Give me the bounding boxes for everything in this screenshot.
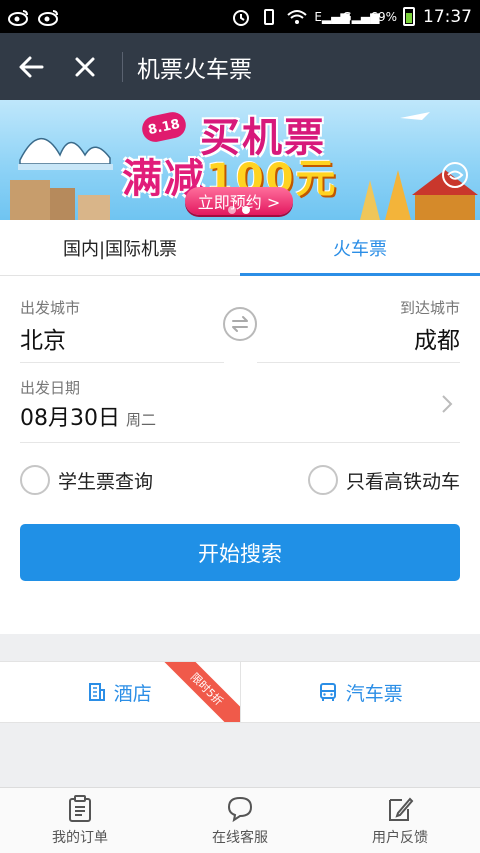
banner-page-indicator [228,206,250,214]
high-speed-only-label: 只看高铁动车 [345,470,460,493]
tab-flights[interactable]: 国内|国际机票 [0,220,240,275]
hotel-link[interactable]: 酒店 限时5折 [0,662,240,722]
swap-cities-button[interactable] [223,307,257,341]
clipboard-icon [69,794,91,822]
edit-icon [389,797,414,821]
title-bar: 机票火车票 [0,33,480,100]
date-label: 出发日期 [20,379,81,397]
status-bar: E▂▄▆ G▂▄▆ 69% 17:37 [0,0,480,33]
student-ticket-label: 学生票查询 [58,470,154,493]
hotel-label: 酒店 [113,682,152,705]
date-weekday: 周二 [126,411,157,429]
bus-ticket-label: 汽车票 [345,682,403,705]
clock: 17:37 [423,6,472,27]
nav-feedback-label: 用户反馈 [372,829,428,846]
alarm-icon [230,8,252,26]
nav-my-orders[interactable]: 我的订单 [0,788,160,853]
signal-e-icon: E▂▄▆ [314,9,350,24]
from-city-field[interactable]: 北京 [20,321,66,355]
page-dot-active [242,206,250,214]
swap-icon [232,316,248,332]
battery-percent: 69% [370,9,397,24]
building-icon [88,683,105,701]
back-arrow-icon [19,56,44,77]
high-speed-only-option[interactable]: 只看高铁动车 [307,465,460,495]
radio-unchecked-icon[interactable] [307,465,338,495]
vibrate-icon [258,8,280,26]
weibo-icon [38,8,60,26]
search-button[interactable]: 开始搜索 [20,524,460,581]
to-city-field[interactable]: 成都 [414,321,460,355]
page-dot [228,206,236,214]
chevron-right-icon[interactable] [438,393,456,415]
close-icon [75,57,95,76]
divider [20,362,224,363]
divider [20,442,460,443]
signal-label-g: G [342,9,352,24]
chat-bubble-icon [227,796,253,822]
bus-ticket-link[interactable]: 汽车票 [239,662,480,722]
tab-train[interactable]: 火车票 [240,220,480,276]
nav-feedback[interactable]: 用户反馈 [320,788,480,853]
discount-ribbon: 限时5折 [159,662,240,722]
signal-label-e: E [314,9,322,24]
to-city-label: 到达城市 [399,299,460,317]
close-button[interactable] [58,33,112,100]
date-field[interactable]: 08月30日 周二 [20,400,156,432]
nav-my-orders-label: 我的订单 [52,829,108,846]
train-search-form: 出发城市 北京 到达城市 成都 出发日期 08月30日 周二 学生票查询 只看高铁… [0,276,480,634]
nav-online-support-label: 在线客服 [212,829,268,846]
system-icons: E▂▄▆ G▂▄▆ 69% 17:37 [230,7,472,27]
wifi-icon [286,8,308,26]
radio-unchecked-icon[interactable] [20,465,50,495]
back-button[interactable] [4,33,58,100]
ticket-type-tabs: 国内|国际机票 火车票 [0,220,480,276]
bottom-nav: 我的订单 在线客服 用户反馈 [0,787,480,853]
weibo-icon [8,8,30,26]
signal-g-icon: G▂▄▆ [342,9,380,24]
bus-icon [319,683,336,701]
page-title: 机票火车票 [137,56,252,83]
battery-icon [403,7,415,26]
quick-links: 酒店 限时5折 汽车票 [0,661,480,723]
student-ticket-option[interactable]: 学生票查询 [20,465,153,495]
notification-icons [8,8,60,26]
title-divider [122,51,123,82]
nav-online-support[interactable]: 在线客服 [160,788,320,853]
promo-banner[interactable]: 8.18 买机票 满减100元 立即预约 > [0,100,480,220]
date-value: 08月30日 [20,406,120,431]
from-city-label: 出发城市 [20,299,81,317]
divider [257,362,460,363]
